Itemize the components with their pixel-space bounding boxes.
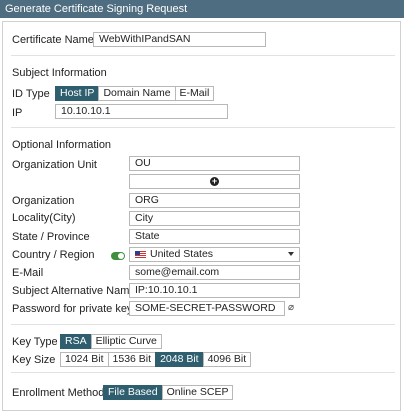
key-size-1536[interactable]: 1536 Bit (107, 352, 157, 367)
country-toggle[interactable] (111, 252, 125, 260)
id-type-selector: Host IP Domain Name E-Mail (55, 86, 215, 101)
dialog-title: Generate Certificate Signing Request (0, 0, 404, 18)
key-type-selector: RSA Elliptic Curve (60, 334, 162, 349)
org-unit-input[interactable]: OU (129, 156, 300, 171)
us-flag-icon (135, 250, 146, 258)
key-type-label: Key Type (12, 336, 58, 348)
key-type-elliptic-curve[interactable]: Elliptic Curve (90, 334, 162, 349)
divider (11, 372, 395, 373)
san-input[interactable]: IP:10.10.10.1 (129, 283, 300, 298)
certificate-name-label: Certificate Name (12, 34, 94, 46)
optional-info-heading: Optional Information (12, 139, 112, 151)
key-size-2048[interactable]: 2048 Bit (155, 352, 204, 367)
divider (11, 324, 395, 325)
id-type-label: ID Type (12, 88, 50, 100)
country-select[interactable]: United States (129, 247, 300, 262)
org-unit-label: Organization Unit (12, 159, 97, 171)
certificate-name-input[interactable]: WebWithIPandSAN (93, 32, 266, 47)
key-size-label: Key Size (12, 354, 56, 366)
key-size-selector: 1024 Bit 1536 Bit 2048 Bit 4096 Bit (60, 352, 252, 367)
country-value: United States (150, 248, 214, 260)
divider (11, 127, 395, 128)
enrollment-method-label: Enrollment Method (12, 387, 105, 399)
id-type-domain-name[interactable]: Domain Name (98, 86, 176, 101)
key-size-1024[interactable]: 1024 Bit (60, 352, 109, 367)
enrollment-online-scep[interactable]: Online SCEP (161, 385, 234, 400)
enrollment-file-based[interactable]: File Based (103, 385, 163, 400)
email-label: E-Mail (12, 267, 44, 279)
plus-circle-icon[interactable]: + (210, 177, 219, 186)
eye-slash-icon[interactable]: ⌀ (288, 302, 294, 313)
divider (11, 55, 395, 56)
id-type-email[interactable]: E-Mail (174, 86, 215, 101)
key-size-4096[interactable]: 4096 Bit (202, 352, 252, 367)
key-type-rsa[interactable]: RSA (60, 334, 92, 349)
enrollment-method-selector: File Based Online SCEP (103, 385, 234, 400)
organization-label: Organization (12, 195, 75, 207)
state-label: State / Province (12, 231, 90, 243)
locality-input[interactable]: City (129, 211, 300, 226)
password-input[interactable]: SOME-SECRET-PASSWORD (129, 301, 285, 316)
san-label: Subject Alternative Name (12, 285, 136, 297)
password-label: Password for private key (12, 303, 133, 315)
organization-input[interactable]: ORG (129, 193, 300, 208)
email-input[interactable]: some@email.com (129, 265, 300, 280)
state-input[interactable]: State (129, 229, 300, 244)
ip-input[interactable]: 10.10.10.1 (55, 104, 228, 119)
subject-info-heading: Subject Information (12, 67, 107, 79)
country-label: Country / Region (12, 249, 95, 261)
csr-form: Certificate Name WebWithIPandSAN Subject… (2, 21, 401, 411)
id-type-host-ip[interactable]: Host IP (55, 86, 100, 101)
locality-label: Locality(City) (12, 212, 76, 224)
chevron-down-icon (288, 252, 294, 256)
ip-label: IP (12, 107, 23, 119)
